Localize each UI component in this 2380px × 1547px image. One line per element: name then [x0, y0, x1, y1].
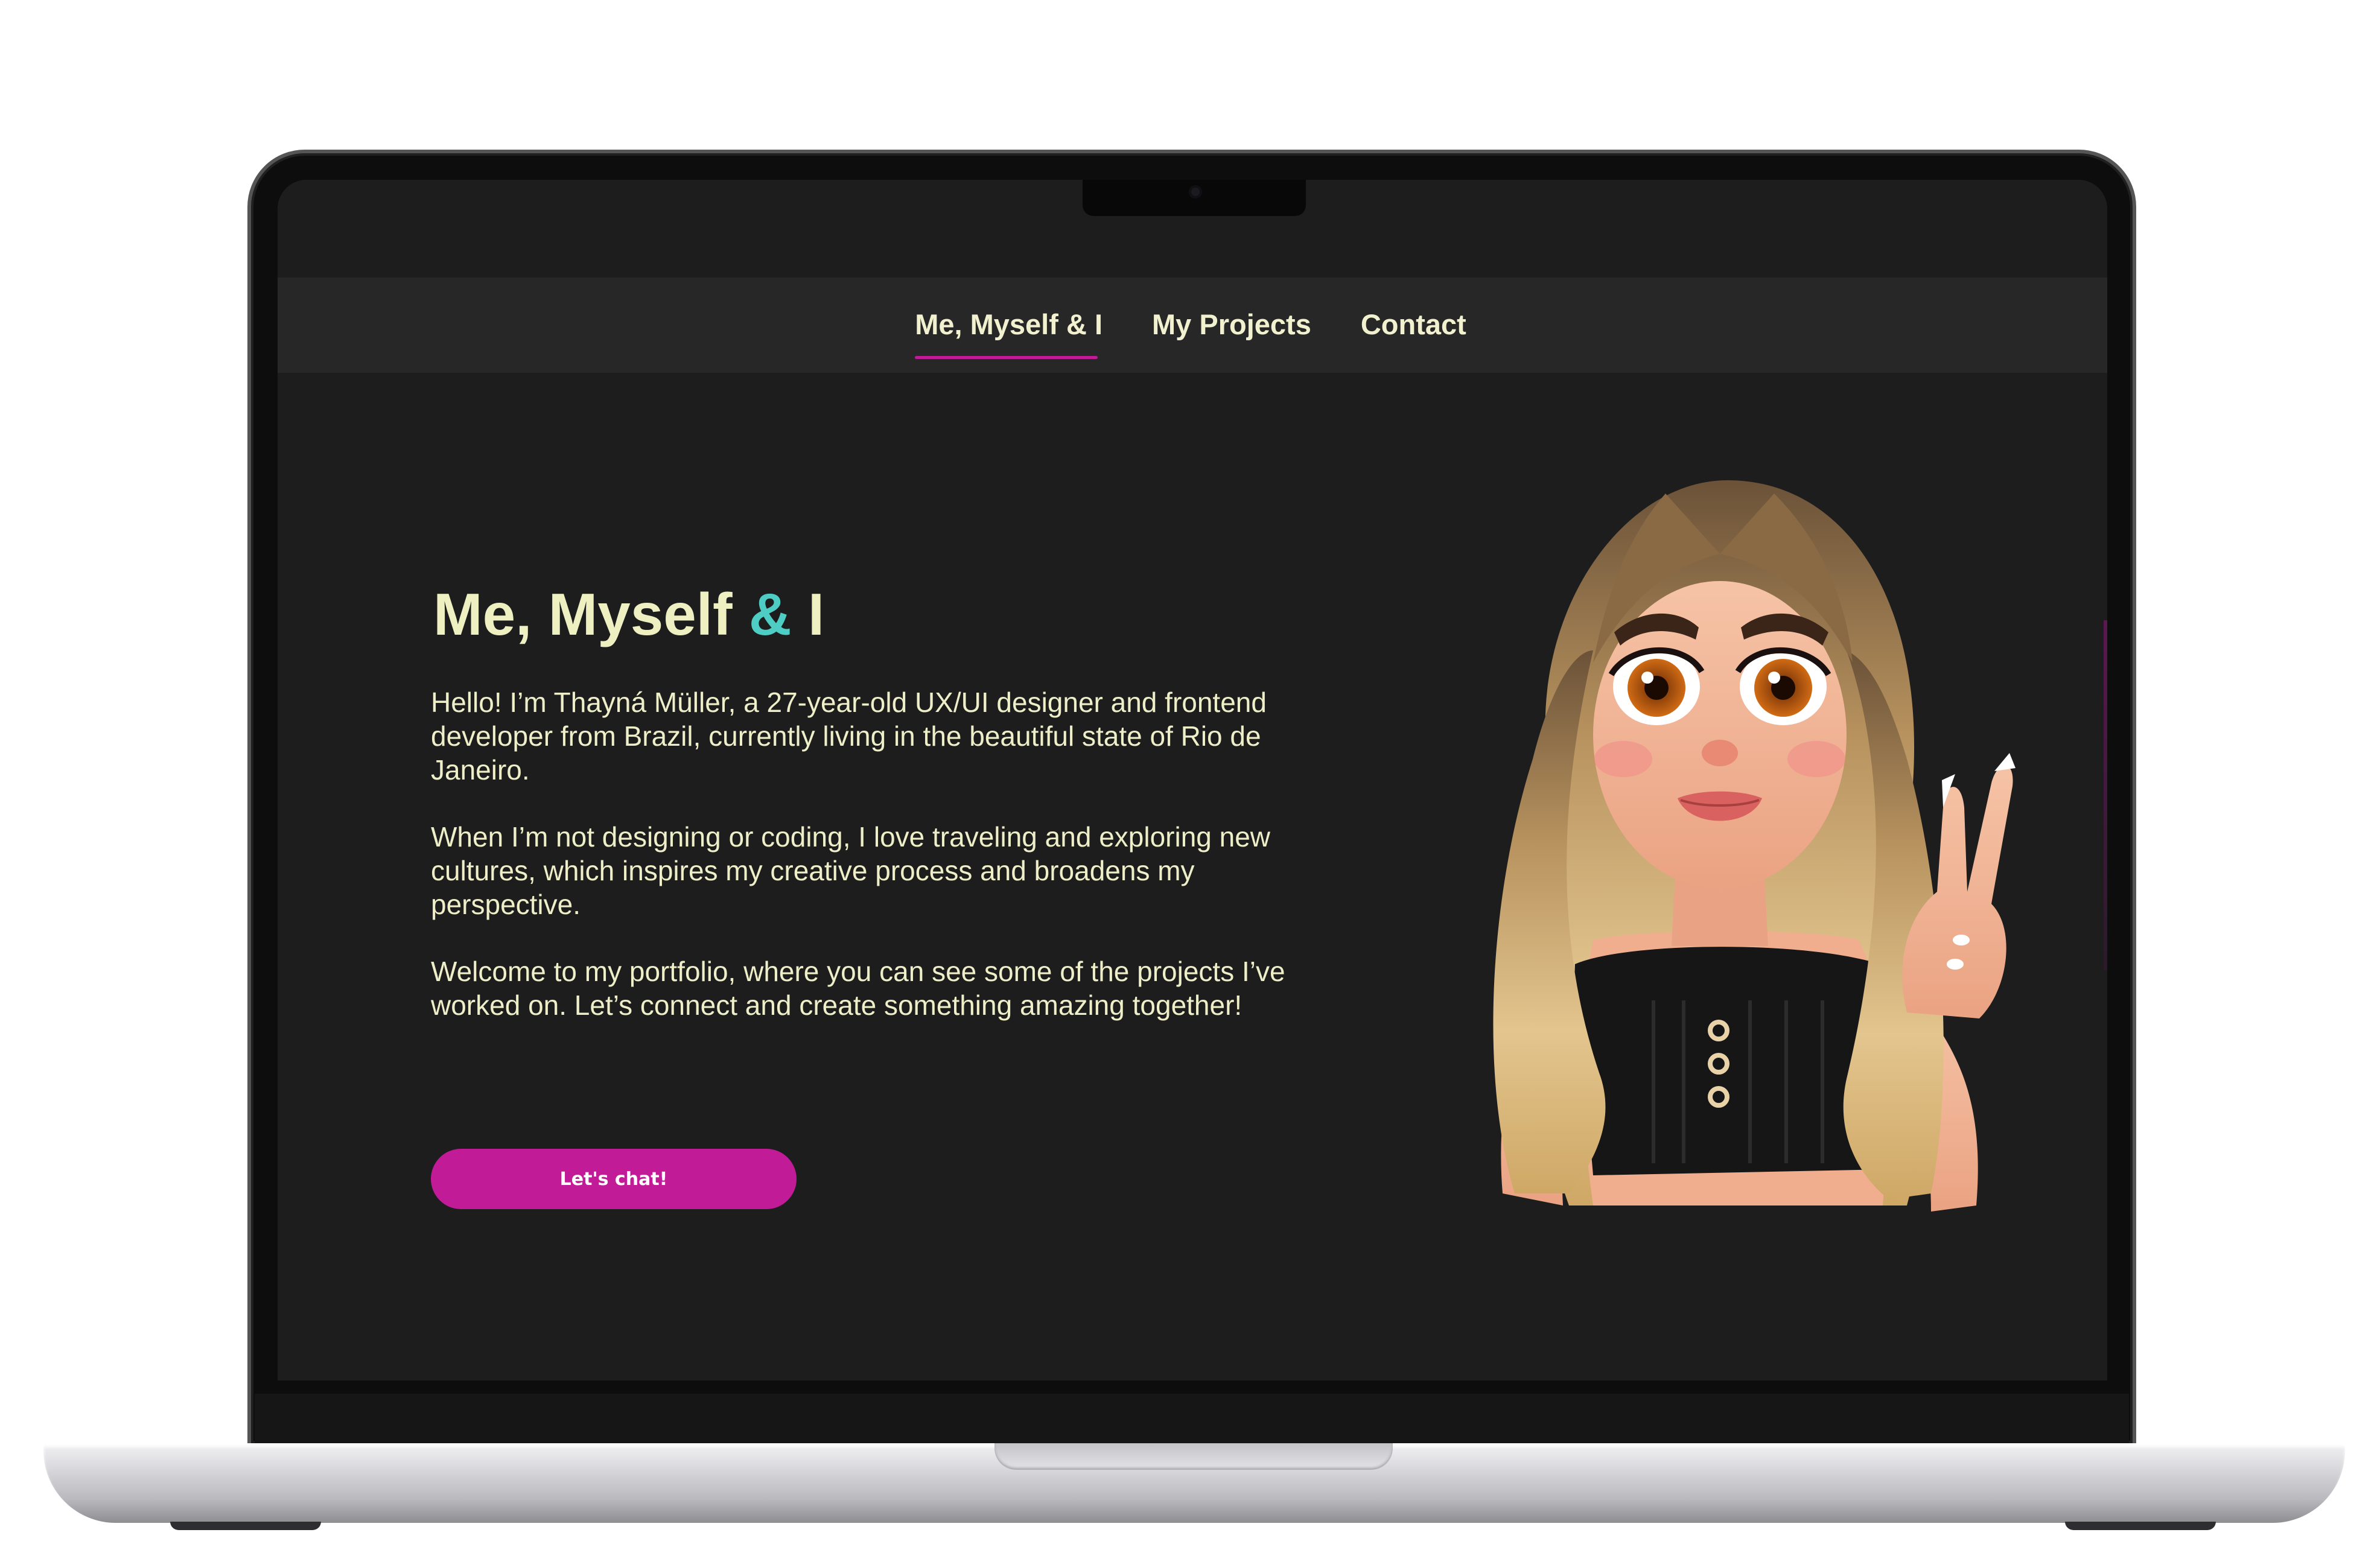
- nav-list: Me, Myself & I My Projects Contact: [915, 308, 1466, 359]
- laptop-screen: Me, Myself & I My Projects Contact Me, M…: [278, 180, 2107, 1380]
- main-navbar: Me, Myself & I My Projects Contact: [278, 278, 2107, 373]
- title-accent: &: [748, 581, 792, 647]
- screen-edge-reflection: [2104, 620, 2107, 970]
- nav-item-about[interactable]: Me, Myself & I: [915, 308, 1102, 359]
- nav-item-projects[interactable]: My Projects: [1152, 308, 1311, 343]
- laptop-base-notch: [994, 1443, 1393, 1470]
- camera-icon: [1189, 185, 1202, 199]
- bio-paragraph-welcome: Welcome to my portfolio, where you can s…: [431, 956, 1285, 1021]
- title-main: Me, Myself: [433, 581, 749, 647]
- title-end: I: [791, 581, 825, 647]
- lets-chat-button[interactable]: Let's chat!: [431, 1149, 797, 1209]
- bio-paragraph-intro: Hello! I’m Thayná Müller, a 27-year-old …: [431, 687, 1267, 786]
- laptop-chin: [255, 1394, 2129, 1443]
- bio-paragraph-hobbies: When I’m not designing or coding, I love…: [431, 821, 1271, 920]
- bio-text: Hello! I’m Thayná Müller, a 27-year-old …: [431, 685, 1348, 1055]
- laptop-foot-right: [2065, 1522, 2216, 1530]
- nav-item-contact[interactable]: Contact: [1361, 308, 1466, 343]
- laptop-foot-left: [170, 1522, 321, 1530]
- page-title: Me, Myself & I: [433, 580, 824, 649]
- avatar-illustration: [1493, 480, 2016, 1212]
